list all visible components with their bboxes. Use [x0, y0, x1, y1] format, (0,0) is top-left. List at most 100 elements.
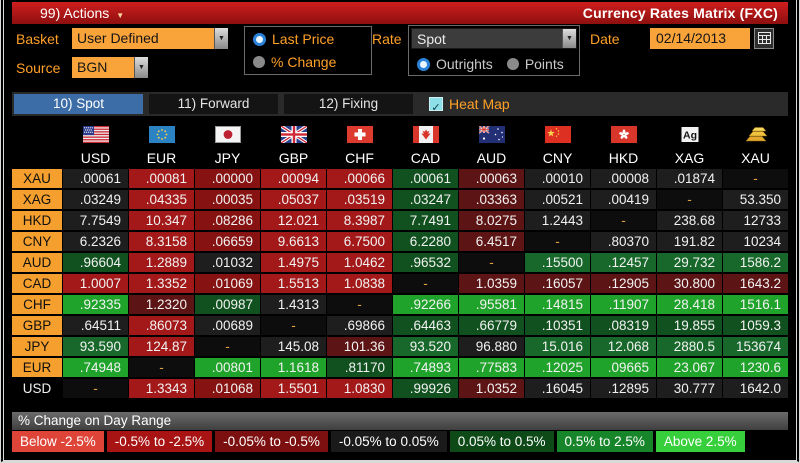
- rate-cell-usd-gbp[interactable]: 1.5501: [261, 379, 326, 398]
- rate-cell-gbp-aud[interactable]: .66779: [459, 316, 524, 335]
- radio-option-change[interactable]: % Change: [253, 54, 363, 70]
- radio-option-points[interactable]: Points: [506, 56, 564, 72]
- tab-11-forward[interactable]: 11) Forward: [149, 94, 278, 114]
- heat-map-checkbox[interactable]: [429, 97, 443, 111]
- rate-cell-usd-cad[interactable]: .99926: [393, 379, 458, 398]
- column-header-aud[interactable]: AUD: [459, 150, 524, 167]
- rate-cell-gbp-xag[interactable]: 19.855: [657, 316, 722, 335]
- rate-cell-usd-xag[interactable]: 30.777: [657, 379, 722, 398]
- rate-cell-usd-eur[interactable]: 1.3343: [129, 379, 194, 398]
- row-header-hkd[interactable]: HKD: [12, 211, 62, 230]
- rate-cell-cny-chf[interactable]: 6.7500: [327, 232, 392, 251]
- column-header-cad[interactable]: CAD: [393, 150, 458, 167]
- rate-cell-hkd-xag[interactable]: 238.68: [657, 211, 722, 230]
- rate-cell-cny-cad[interactable]: 6.2280: [393, 232, 458, 251]
- rate-cell-cny-cny[interactable]: -: [525, 232, 590, 251]
- rate-cell-xau-usd[interactable]: .00061: [63, 169, 128, 188]
- rate-cell-xag-usd[interactable]: .03249: [63, 190, 128, 209]
- tab-10-spot[interactable]: 10) Spot: [14, 94, 143, 114]
- rate-cell-usd-usd[interactable]: -: [63, 379, 128, 398]
- rate-cell-hkd-aud[interactable]: 8.0275: [459, 211, 524, 230]
- rate-cell-eur-gbp[interactable]: 1.1618: [261, 358, 326, 377]
- rate-cell-aud-eur[interactable]: 1.2889: [129, 253, 194, 272]
- rate-cell-chf-gbp[interactable]: 1.4313: [261, 295, 326, 314]
- column-header-jpy[interactable]: JPY: [195, 150, 260, 167]
- basket-select[interactable]: User Defined: [72, 28, 228, 49]
- rate-cell-jpy-jpy[interactable]: -: [195, 337, 260, 356]
- rate-cell-chf-hkd[interactable]: .11907: [591, 295, 656, 314]
- rate-cell-usd-chf[interactable]: 1.0830: [327, 379, 392, 398]
- rate-cell-eur-xag[interactable]: 23.067: [657, 358, 722, 377]
- rate-cell-eur-jpy[interactable]: .00801: [195, 358, 260, 377]
- rate-cell-hkd-hkd[interactable]: -: [591, 211, 656, 230]
- rate-cell-xag-jpy[interactable]: .00035: [195, 190, 260, 209]
- rate-cell-xau-cad[interactable]: .00061: [393, 169, 458, 188]
- column-header-xag[interactable]: XAG: [657, 150, 722, 167]
- rate-cell-hkd-xau[interactable]: 12733: [723, 211, 788, 230]
- row-header-jpy[interactable]: JPY: [12, 337, 62, 356]
- row-header-xau[interactable]: XAU: [12, 169, 62, 188]
- rate-cell-cad-cny[interactable]: .16057: [525, 274, 590, 293]
- rate-cell-chf-aud[interactable]: .95581: [459, 295, 524, 314]
- row-header-chf[interactable]: CHF: [12, 295, 62, 314]
- rate-cell-gbp-cad[interactable]: .64463: [393, 316, 458, 335]
- rate-cell-cad-hkd[interactable]: .12905: [591, 274, 656, 293]
- column-header-xau[interactable]: XAU: [723, 150, 788, 167]
- rate-cell-usd-hkd[interactable]: .12895: [591, 379, 656, 398]
- rate-cell-xau-aud[interactable]: .00063: [459, 169, 524, 188]
- rate-cell-jpy-usd[interactable]: 93.590: [63, 337, 128, 356]
- rate-cell-chf-xag[interactable]: 28.418: [657, 295, 722, 314]
- rate-cell-hkd-usd[interactable]: 7.7549: [63, 211, 128, 230]
- rate-cell-cad-aud[interactable]: 1.0359: [459, 274, 524, 293]
- rate-cell-cny-xag[interactable]: 191.82: [657, 232, 722, 251]
- rate-cell-eur-cad[interactable]: .74893: [393, 358, 458, 377]
- rate-cell-eur-chf[interactable]: .81170: [327, 358, 392, 377]
- rate-cell-cad-gbp[interactable]: 1.5513: [261, 274, 326, 293]
- rate-cell-aud-usd[interactable]: .96604: [63, 253, 128, 272]
- row-header-cny[interactable]: CNY: [12, 232, 62, 251]
- rate-cell-aud-cad[interactable]: .96532: [393, 253, 458, 272]
- rate-cell-xag-xag[interactable]: -: [657, 190, 722, 209]
- rate-cell-cny-eur[interactable]: 8.3158: [129, 232, 194, 251]
- rate-cell-gbp-xau[interactable]: 1059.3: [723, 316, 788, 335]
- column-header-usd[interactable]: USD: [63, 150, 128, 167]
- rate-cell-cny-hkd[interactable]: .80370: [591, 232, 656, 251]
- rate-cell-usd-cny[interactable]: .16045: [525, 379, 590, 398]
- rate-cell-jpy-xau[interactable]: 153674: [723, 337, 788, 356]
- rate-cell-cny-aud[interactable]: 6.4517: [459, 232, 524, 251]
- rate-cell-aud-hkd[interactable]: .12457: [591, 253, 656, 272]
- rate-cell-jpy-cad[interactable]: 93.520: [393, 337, 458, 356]
- row-header-usd[interactable]: USD: [12, 379, 62, 398]
- rate-cell-hkd-eur[interactable]: 10.347: [129, 211, 194, 230]
- rate-cell-gbp-gbp[interactable]: -: [261, 316, 326, 335]
- rate-cell-jpy-eur[interactable]: 124.87: [129, 337, 194, 356]
- rate-cell-gbp-cny[interactable]: .10351: [525, 316, 590, 335]
- chevron-down-icon[interactable]: [214, 28, 228, 49]
- row-header-cad[interactable]: CAD: [12, 274, 62, 293]
- tab-12-fixing[interactable]: 12) Fixing: [284, 94, 413, 114]
- rate-cell-aud-cny[interactable]: .15500: [525, 253, 590, 272]
- rate-cell-usd-xau[interactable]: 1642.0: [723, 379, 788, 398]
- rate-cell-eur-xau[interactable]: 1230.6: [723, 358, 788, 377]
- rate-cell-chf-cny[interactable]: .14815: [525, 295, 590, 314]
- rate-cell-hkd-gbp[interactable]: 12.021: [261, 211, 326, 230]
- rate-cell-cad-jpy[interactable]: .01069: [195, 274, 260, 293]
- row-header-eur[interactable]: EUR: [12, 358, 62, 377]
- rate-select[interactable]: Spot: [411, 28, 577, 49]
- rate-cell-eur-cny[interactable]: .12025: [525, 358, 590, 377]
- rate-cell-jpy-chf[interactable]: 101.36: [327, 337, 392, 356]
- rate-cell-xag-eur[interactable]: .04335: [129, 190, 194, 209]
- rate-cell-cad-eur[interactable]: 1.3352: [129, 274, 194, 293]
- rate-cell-usd-jpy[interactable]: .01068: [195, 379, 260, 398]
- rate-cell-jpy-cny[interactable]: 15.016: [525, 337, 590, 356]
- rate-cell-cad-cad[interactable]: -: [393, 274, 458, 293]
- rate-cell-cad-xau[interactable]: 1643.2: [723, 274, 788, 293]
- rate-cell-cad-xag[interactable]: 30.800: [657, 274, 722, 293]
- rate-cell-aud-xau[interactable]: 1586.2: [723, 253, 788, 272]
- rate-cell-chf-jpy[interactable]: .00987: [195, 295, 260, 314]
- column-header-chf[interactable]: CHF: [327, 150, 392, 167]
- date-input[interactable]: 02/14/2013: [650, 28, 750, 49]
- rate-cell-jpy-hkd[interactable]: 12.068: [591, 337, 656, 356]
- rate-cell-xag-gbp[interactable]: .05037: [261, 190, 326, 209]
- rate-cell-hkd-chf[interactable]: 8.3987: [327, 211, 392, 230]
